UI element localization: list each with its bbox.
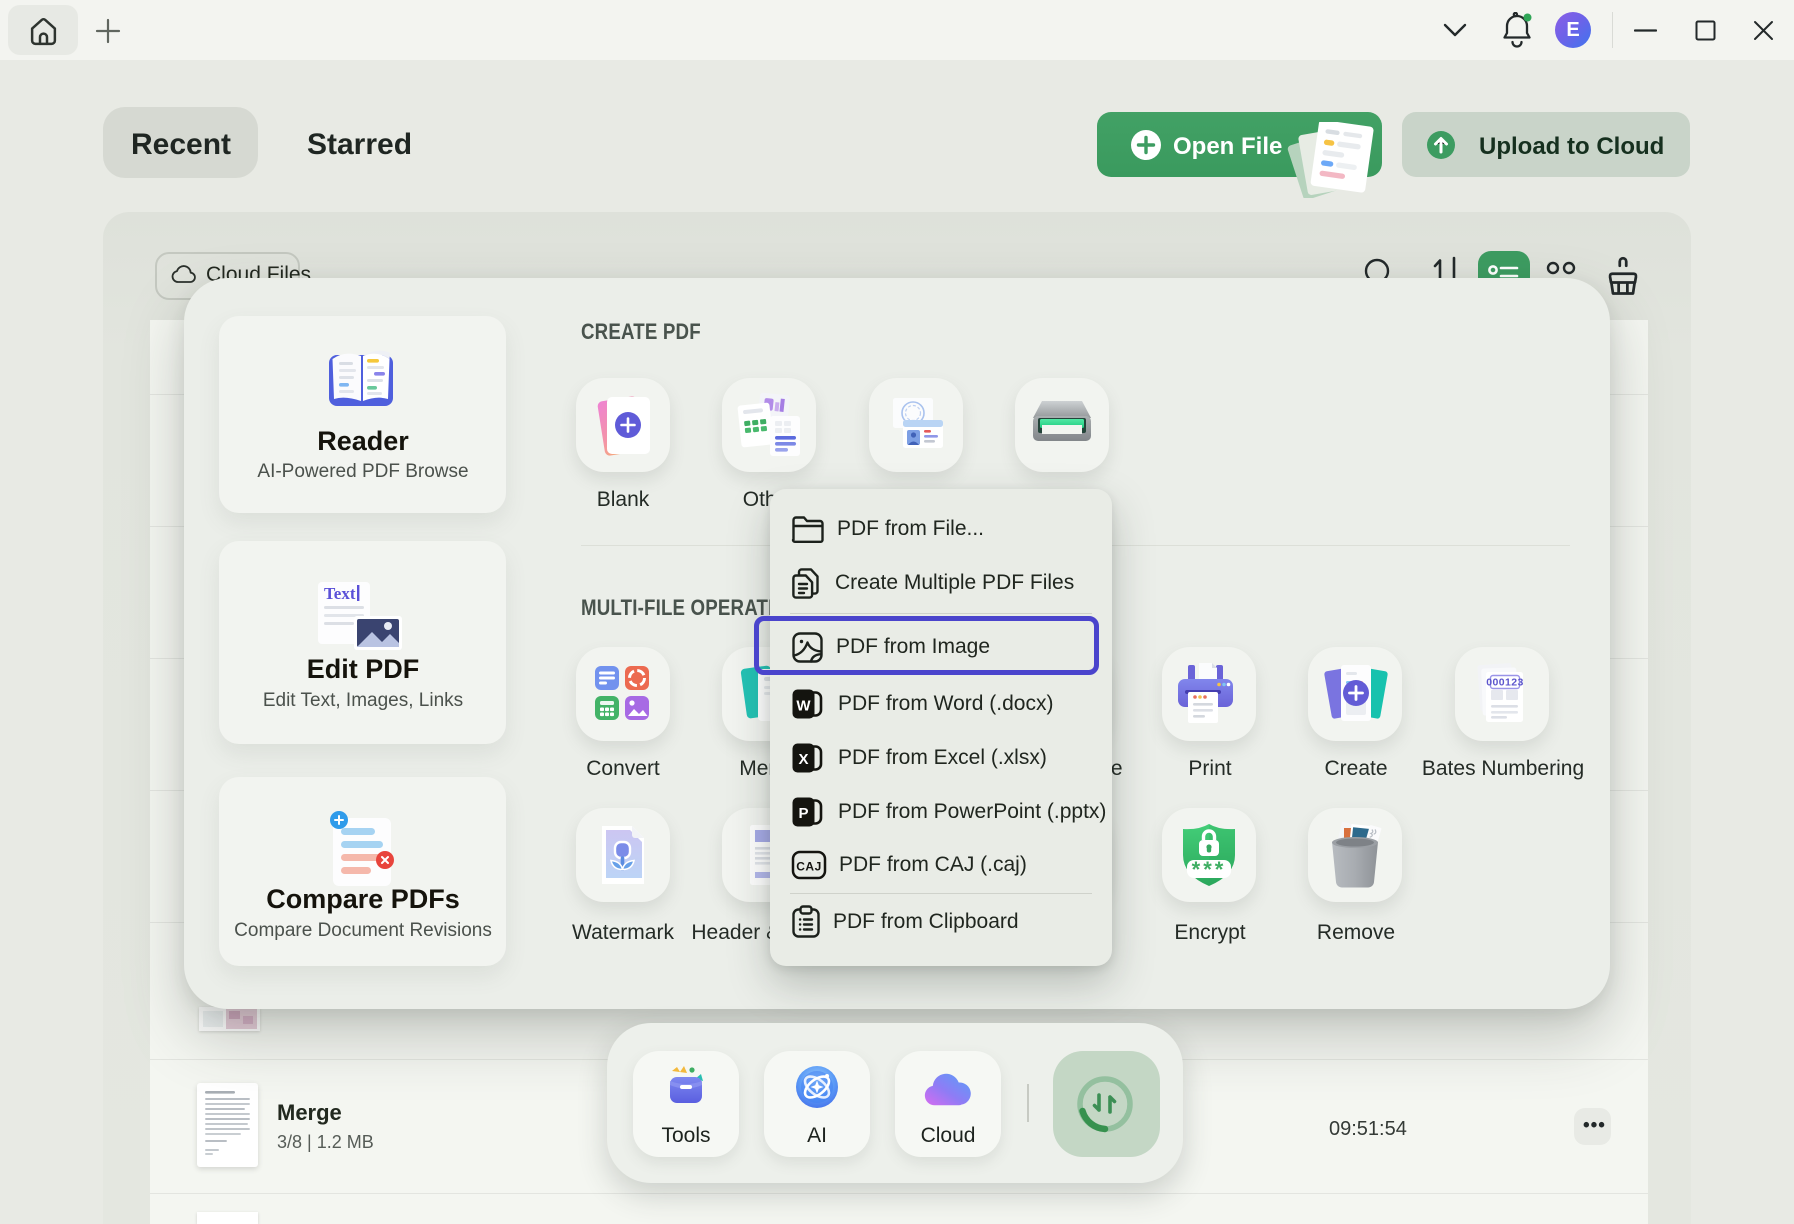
svg-text:P: P bbox=[798, 805, 808, 822]
svg-text:CAJ: CAJ bbox=[796, 860, 822, 874]
svg-text:***: *** bbox=[1192, 857, 1227, 882]
svg-text:W: W bbox=[796, 698, 811, 715]
svg-text:Text: Text bbox=[324, 584, 356, 603]
svg-text:X: X bbox=[798, 751, 808, 768]
svg-text:000123: 000123 bbox=[1486, 677, 1523, 689]
